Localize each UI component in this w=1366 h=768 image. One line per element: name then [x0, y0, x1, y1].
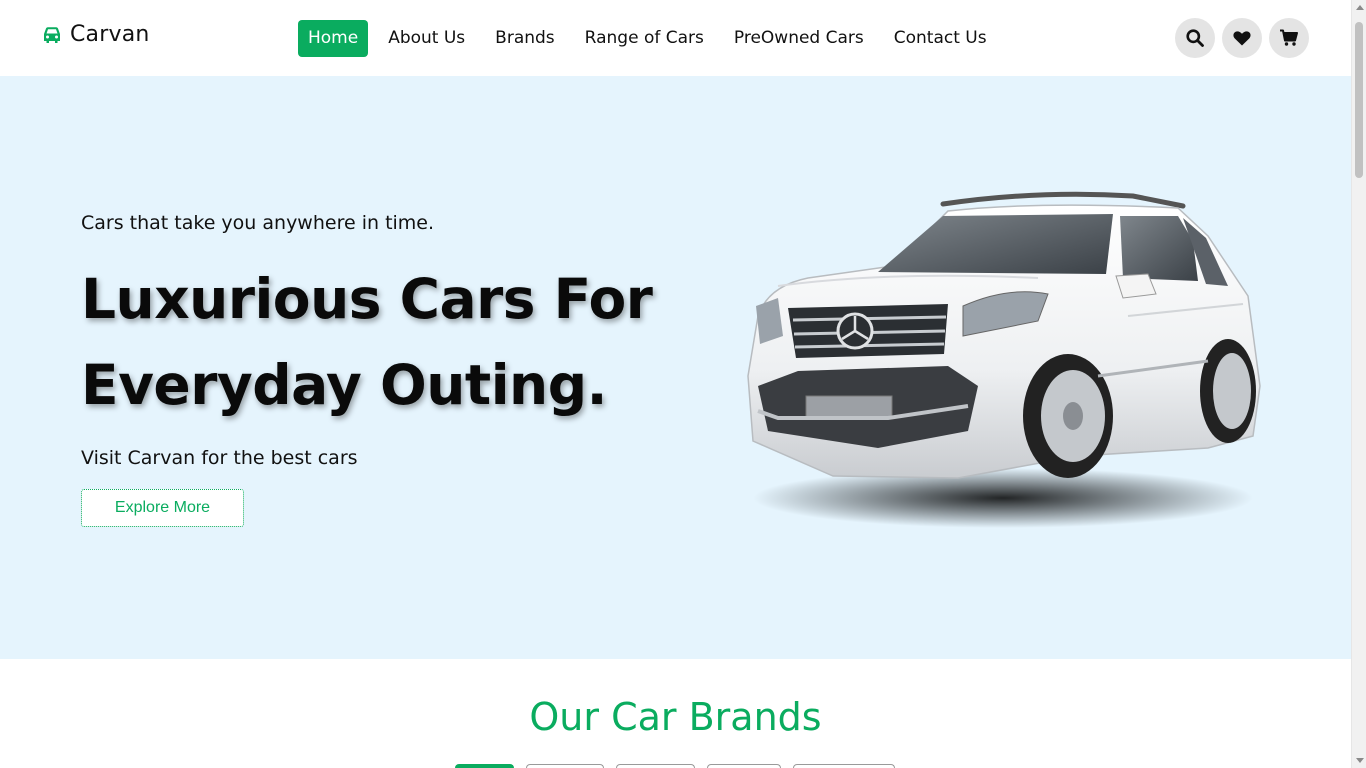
- scrollbar-thumb[interactable]: [1355, 22, 1363, 178]
- search-icon: [1186, 29, 1204, 47]
- site-header: Carvan Home About Us Brands Range of Car…: [0, 0, 1351, 76]
- hero-tagline: Cars that take you anywhere in time.: [81, 212, 435, 234]
- brand-tab[interactable]: [616, 764, 695, 768]
- hero-headline-line-2: Everyday Outing.: [81, 353, 607, 417]
- scroll-down-arrow-icon[interactable]: [1356, 758, 1364, 763]
- hero-headline: Luxurious Cars For Everyday Outing.: [81, 256, 681, 428]
- brands-section-title: Our Car Brands: [529, 695, 822, 739]
- header-actions: [1175, 18, 1309, 58]
- page-scrollbar[interactable]: [1351, 0, 1366, 768]
- wishlist-button[interactable]: [1222, 18, 1262, 58]
- nav-preowned-cars[interactable]: PreOwned Cars: [724, 20, 874, 57]
- explore-more-button[interactable]: Explore More: [81, 489, 244, 527]
- search-button[interactable]: [1175, 18, 1215, 58]
- brand-tab[interactable]: [455, 764, 514, 768]
- scroll-up-arrow-icon[interactable]: [1356, 5, 1364, 10]
- car-icon: [44, 26, 60, 43]
- heart-icon: [1233, 31, 1251, 46]
- brand-tab[interactable]: [707, 764, 781, 768]
- logo[interactable]: Carvan: [40, 22, 150, 47]
- logo-text: Carvan: [70, 22, 150, 47]
- hero-subline: Visit Carvan for the best cars: [81, 447, 358, 469]
- page: Carvan Home About Us Brands Range of Car…: [0, 0, 1351, 768]
- brand-tab[interactable]: [526, 764, 604, 768]
- nav-range-of-cars[interactable]: Range of Cars: [575, 20, 714, 57]
- nav-home[interactable]: Home: [298, 20, 369, 57]
- hero-headline-line-1: Luxurious Cars For: [81, 267, 653, 331]
- cart-button[interactable]: [1269, 18, 1309, 58]
- white-suv-car-image: [747, 191, 1261, 528]
- hero-section: Cars that take you anywhere in time. Lux…: [0, 76, 1351, 659]
- brand-tab[interactable]: [793, 764, 895, 768]
- nav-about-us[interactable]: About Us: [378, 20, 475, 57]
- brand-tabs: [455, 764, 895, 768]
- nav-brands[interactable]: Brands: [485, 20, 565, 57]
- nav-contact-us[interactable]: Contact Us: [884, 20, 997, 57]
- main-nav: Home About Us Brands Range of Cars PreOw…: [298, 20, 1007, 57]
- cart-icon: [1280, 29, 1298, 46]
